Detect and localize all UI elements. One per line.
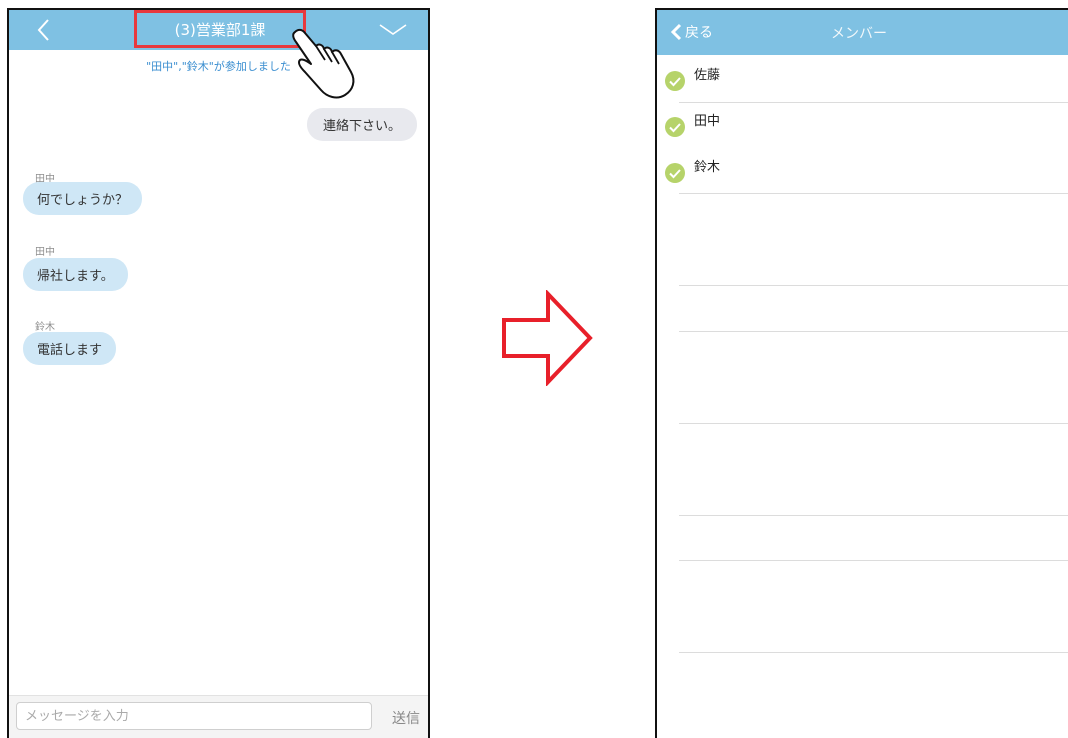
member-list-screen: 戻る メンバー 佐藤 田中 鈴木 [655, 8, 1068, 738]
check-circle-icon [665, 163, 685, 183]
page-title: メンバー [831, 26, 887, 42]
check-circle-icon [665, 71, 685, 91]
row-divider [679, 652, 1068, 653]
row-divider [679, 560, 1068, 561]
chat-screen: (3)営業部1課 "田中","鈴木"が参加しました 連絡下さい。 田中 何でしょ… [7, 8, 430, 738]
back-button[interactable]: 戻る [669, 22, 713, 42]
system-message: "田中","鈴木"が参加しました [146, 60, 291, 73]
chevron-down-icon[interactable] [378, 22, 408, 38]
member-name: 佐藤 [694, 68, 721, 83]
message-input[interactable] [16, 702, 372, 730]
right-arrow-icon [502, 290, 593, 386]
member-row[interactable]: 鈴木 [664, 152, 1068, 196]
row-divider [679, 285, 1068, 286]
incoming-message-bubble: 帰社します。 [23, 258, 128, 291]
send-button[interactable]: 送信 [392, 708, 420, 728]
check-circle-icon [665, 117, 685, 137]
message-sender: 田中 [35, 247, 55, 258]
member-name: 鈴木 [694, 160, 721, 175]
member-name: 田中 [694, 114, 721, 129]
message-sender: 鈴木 [35, 322, 55, 333]
member-row[interactable]: 田中 [664, 106, 1068, 150]
row-divider [679, 193, 1068, 194]
incoming-message-bubble: 何でしょうか？ [23, 182, 143, 215]
back-label: 戻る [685, 25, 713, 41]
chat-title: (3)営業部1課 [174, 20, 266, 39]
chevron-left-icon [670, 23, 682, 41]
row-divider [679, 331, 1068, 332]
pointing-hand-icon [292, 28, 355, 99]
member-row[interactable]: 佐藤 [664, 60, 1068, 104]
row-divider [679, 423, 1068, 424]
message-input-bar: 送信 [9, 695, 428, 738]
chevron-left-icon[interactable] [33, 17, 55, 43]
row-divider [679, 515, 1068, 516]
row-divider [679, 102, 1068, 103]
incoming-message-bubble: 電話します [23, 332, 117, 365]
outgoing-message-bubble: 連絡下さい。 [306, 108, 417, 141]
member-header: 戻る メンバー [657, 10, 1068, 55]
chat-header: (3)営業部1課 [9, 10, 428, 50]
